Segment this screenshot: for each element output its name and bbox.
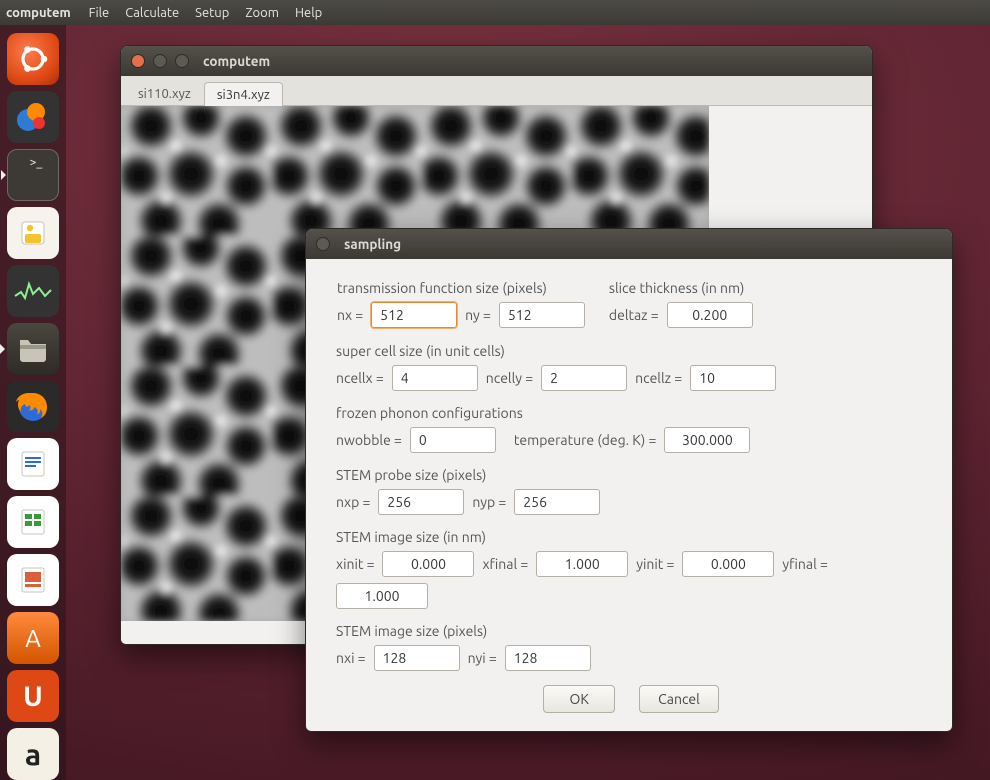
label-nyp: nyp = — [472, 494, 506, 510]
label-nxi: nxi = — [336, 650, 366, 666]
titlebar-computem[interactable]: computem — [121, 46, 872, 76]
launcher-files[interactable] — [7, 323, 59, 375]
input-ncellz[interactable] — [690, 365, 776, 391]
heading-phonon: frozen phonon configurations — [336, 405, 926, 421]
launcher-calc[interactable] — [7, 496, 59, 548]
input-nx[interactable] — [371, 302, 457, 328]
ubuntu-software-glyph: U — [23, 681, 43, 712]
label-yinit: yinit = — [636, 556, 674, 572]
launcher-octave[interactable] — [7, 91, 59, 143]
launcher-writer[interactable] — [7, 438, 59, 490]
label-nxp: nxp = — [336, 494, 370, 510]
launcher-impress[interactable] — [7, 554, 59, 606]
input-nyi[interactable] — [505, 645, 591, 671]
cancel-button[interactable]: Cancel — [639, 685, 719, 713]
label-yfinal: yfinal = — [782, 556, 827, 572]
menu-setup[interactable]: Setup — [195, 6, 229, 20]
terminal-icon: >_ — [30, 156, 43, 169]
input-ny[interactable] — [499, 302, 585, 328]
heading-probe: STEM probe size (pixels) — [336, 467, 926, 483]
window-title: computem — [203, 53, 270, 69]
input-nxi[interactable] — [374, 645, 460, 671]
label-xfinal: xfinal = — [482, 556, 528, 572]
input-ncellx[interactable] — [392, 365, 478, 391]
label-deltaz: deltaz = — [609, 307, 659, 323]
input-deltaz[interactable] — [667, 302, 753, 328]
tab-bar: si110.xyz si3n4.xyz — [121, 76, 872, 106]
menubar-app-name: computem — [6, 6, 71, 20]
label-ncellx: ncellx = — [336, 370, 384, 386]
dialog-button-row: OK Cancel — [336, 685, 926, 713]
window-maximize-icon[interactable] — [175, 54, 189, 68]
section-image-px: STEM image size (pixels) nxi = nyi = — [336, 623, 926, 671]
heading-transmission: transmission function size (pixels) — [337, 280, 585, 296]
label-ncelly: ncelly = — [486, 370, 533, 386]
tab-si110[interactable]: si110.xyz — [125, 81, 204, 105]
ok-button[interactable]: OK — [543, 685, 615, 713]
launcher-firefox[interactable] — [7, 381, 59, 433]
section-supercell: super cell size (in unit cells) ncellx =… — [336, 343, 926, 391]
input-temperature[interactable] — [664, 427, 750, 453]
menu-file[interactable]: File — [89, 6, 110, 20]
launcher-libreoffice-base[interactable] — [7, 207, 59, 259]
input-yinit[interactable] — [682, 551, 774, 577]
launcher-amazon[interactable]: a — [7, 728, 59, 780]
launcher-system-monitor[interactable] — [7, 265, 59, 317]
input-ncelly[interactable] — [541, 365, 627, 391]
amazon-glyph: a — [25, 737, 41, 771]
section-phonon: frozen phonon configurations nwobble = t… — [336, 405, 926, 453]
heading-supercell: super cell size (in unit cells) — [336, 343, 926, 359]
input-nyp[interactable] — [514, 489, 600, 515]
launcher-ubuntu-dash[interactable] — [7, 33, 59, 85]
menu-zoom[interactable]: Zoom — [245, 6, 279, 20]
label-nyi: nyi = — [468, 650, 497, 666]
launcher-ubuntu-software[interactable]: U — [7, 670, 59, 722]
section-transmission: transmission function size (pixels) nx =… — [336, 279, 586, 329]
input-xinit[interactable] — [382, 551, 474, 577]
menubar: computem File Calculate Setup Zoom Help — [0, 0, 990, 25]
window-close-icon[interactable] — [131, 54, 145, 68]
menu-help[interactable]: Help — [295, 6, 322, 20]
label-temperature: temperature (deg. K) = — [514, 432, 656, 448]
section-image-nm: STEM image size (in nm) xinit = xfinal =… — [336, 529, 926, 609]
window-minimize-icon[interactable] — [153, 54, 167, 68]
input-nxp[interactable] — [378, 489, 464, 515]
input-xfinal[interactable] — [536, 551, 628, 577]
section-slice: slice thickness (in nm) deltaz = — [608, 279, 754, 329]
section-probe: STEM probe size (pixels) nxp = nyp = — [336, 467, 926, 515]
label-nwobble: nwobble = — [336, 432, 402, 448]
dialog-title: sampling — [344, 236, 401, 252]
menu-calculate[interactable]: Calculate — [125, 6, 179, 20]
label-xinit: xinit = — [336, 556, 374, 572]
software-updater-glyph: A — [25, 625, 41, 652]
heading-image-nm: STEM image size (in nm) — [336, 529, 926, 545]
heading-slice: slice thickness (in nm) — [609, 280, 753, 296]
label-ncellz: ncellz = — [635, 370, 682, 386]
label-ny: ny = — [465, 307, 491, 323]
launcher-terminal[interactable]: >_ — [7, 149, 59, 201]
dialog-body: transmission function size (pixels) nx =… — [306, 259, 952, 731]
launcher: >_ A U a — [0, 25, 66, 780]
input-yfinal[interactable] — [336, 583, 428, 609]
dialog-sampling: sampling transmission function size (pix… — [305, 228, 953, 732]
input-nwobble[interactable] — [410, 427, 496, 453]
tab-si3n4[interactable]: si3n4.xyz — [204, 82, 283, 106]
heading-image-px: STEM image size (pixels) — [336, 623, 926, 639]
dialog-control-icon[interactable] — [316, 237, 330, 251]
titlebar-sampling[interactable]: sampling — [306, 229, 952, 259]
launcher-software-updater[interactable]: A — [7, 612, 59, 664]
label-nx: nx = — [337, 307, 363, 323]
